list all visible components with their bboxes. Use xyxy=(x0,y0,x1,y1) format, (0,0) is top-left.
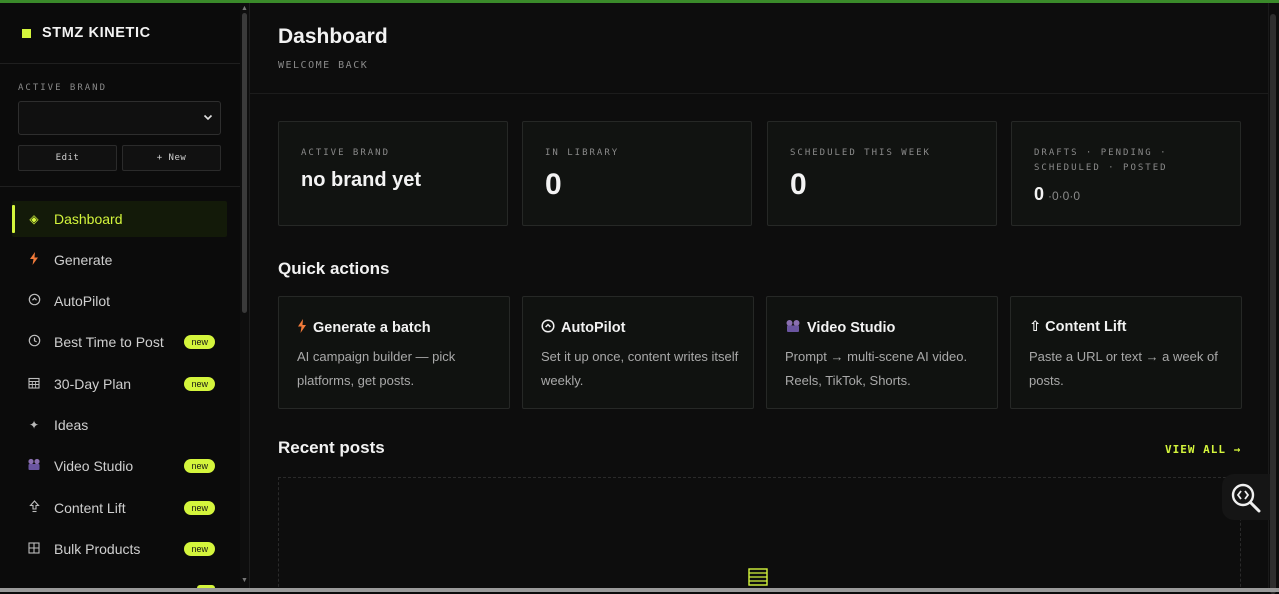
sidebar-item-30-day-plan[interactable]: 30-Day Plan new xyxy=(12,366,227,402)
stat-breakdown: ·0·0·0 xyxy=(1048,189,1081,203)
scroll-up-arrow-icon[interactable]: ▲ xyxy=(241,5,248,12)
new-badge: new xyxy=(184,542,215,556)
quick-actions-title: Quick actions xyxy=(278,259,390,278)
new-badge: new xyxy=(184,335,215,349)
lift-icon xyxy=(26,500,42,516)
page-scrollbar-thumb[interactable] xyxy=(1270,14,1276,594)
logo[interactable]: STMZ KINETIC xyxy=(22,25,151,41)
stat-value: no brand yet xyxy=(301,169,422,191)
chevron-down-icon xyxy=(202,110,214,128)
divider xyxy=(0,63,240,64)
sidebar-item-label: Video Studio xyxy=(54,458,134,474)
divider xyxy=(0,186,240,187)
sidebar-item-label: Generate xyxy=(54,252,113,268)
bolt-icon xyxy=(297,319,307,336)
sidebar-item-label: Best Time to Post xyxy=(54,334,164,350)
sidebar-item-next[interactable] xyxy=(12,572,227,588)
video-icon xyxy=(26,458,42,474)
brand-select[interactable] xyxy=(18,101,221,135)
brand-label: ACTIVE BRAND xyxy=(18,83,108,93)
quick-action-title: AutoPilot xyxy=(561,319,626,336)
sidebar-item-label: Dashboard xyxy=(54,211,123,227)
quick-action-title: ⇧ Content Lift xyxy=(1029,319,1127,335)
stat-card-active-brand: ACTIVE BRAND no brand yet xyxy=(278,121,508,226)
stat-label: DRAFTS · PENDING · SCHEDULED · POSTED xyxy=(1034,148,1168,173)
grid-icon xyxy=(26,541,42,557)
sidebar: STMZ KINETIC ACTIVE BRAND Edit + New ◈ D… xyxy=(0,3,250,588)
page-title: Dashboard xyxy=(278,25,388,48)
stat-card-post-status: DRAFTS · PENDING · SCHEDULED · POSTED 0 … xyxy=(1011,121,1241,226)
quick-action-title: Video Studio xyxy=(807,319,896,336)
stat-value: 0 xyxy=(545,168,562,201)
new-badge: new xyxy=(184,377,215,391)
stat-label: SCHEDULED THIS WEEK xyxy=(790,148,931,158)
stat-card-in-library: IN LIBRARY 0 xyxy=(522,121,752,226)
quick-action-description: Paste a URL or text → a week of posts. xyxy=(1029,349,1218,388)
sidebar-item-autopilot[interactable]: AutoPilot xyxy=(12,283,227,319)
sidebar-item-label: Bulk Products xyxy=(54,541,141,557)
new-brand-button[interactable]: + New xyxy=(122,145,221,171)
sidebar-item-content-lift[interactable]: Content Lift new xyxy=(12,490,227,526)
sidebar-scrollbar-thumb[interactable] xyxy=(242,13,247,313)
bottom-edge xyxy=(0,588,1279,592)
edit-brand-button[interactable]: Edit xyxy=(18,145,117,171)
new-badge: new xyxy=(184,501,215,515)
main-content: Dashboard WELCOME BACK ACTIVE BRAND no b… xyxy=(250,3,1279,588)
stat-label: ACTIVE BRAND xyxy=(301,148,391,158)
sidebar-item-label: 30-Day Plan xyxy=(54,376,132,392)
quick-action-autopilot[interactable]: AutoPilot Set it up once, content writes… xyxy=(522,296,754,409)
sidebar-item-ideas[interactable]: ✦ Ideas xyxy=(12,407,227,443)
stat-value: 0 xyxy=(790,168,807,201)
autopilot-icon xyxy=(26,293,42,309)
scroll-down-arrow-icon[interactable]: ▼ xyxy=(241,577,248,584)
stat-value: 0 xyxy=(1034,184,1045,204)
clock-icon xyxy=(26,334,42,350)
recent-posts-title: Recent posts xyxy=(278,438,385,457)
sidebar-item-video-studio[interactable]: Video Studio new xyxy=(12,448,227,484)
bolt-icon xyxy=(26,252,42,268)
sidebar-item-dashboard[interactable]: ◈ Dashboard xyxy=(12,201,227,237)
new-badge: new xyxy=(184,459,215,473)
quick-action-description: Set it up once, content writes itself we… xyxy=(541,349,739,388)
view-all-link[interactable]: VIEW ALL → xyxy=(1165,443,1241,456)
divider xyxy=(250,93,1279,94)
quick-action-description: Prompt → multi-scene AI video. Reels, Ti… xyxy=(785,349,968,388)
sidebar-item-label: AutoPilot xyxy=(54,293,111,309)
logo-mark xyxy=(22,28,31,38)
autopilot-icon xyxy=(541,319,555,336)
sidebar-item-label: Content Lift xyxy=(54,500,126,516)
stat-value-group: 0 ·0·0·0 xyxy=(1034,184,1080,205)
stat-label: IN LIBRARY xyxy=(545,148,620,158)
code-search-button[interactable] xyxy=(1222,474,1270,520)
video-icon xyxy=(785,319,801,336)
quick-action-video-studio[interactable]: Video Studio Prompt → multi-scene AI vid… xyxy=(766,296,998,409)
app-name: STMZ KINETIC xyxy=(42,25,151,41)
calendar-icon xyxy=(26,377,42,392)
sidebar-item-label: Ideas xyxy=(54,417,89,433)
sidebar-item-best-time-to-post[interactable]: Best Time to Post new xyxy=(12,324,227,360)
sidebar-item-bulk-products[interactable]: Bulk Products new xyxy=(12,531,227,567)
sidebar-item-generate[interactable]: Generate xyxy=(12,242,227,278)
quick-action-content-lift[interactable]: ⇧ Content Lift Paste a URL or text → a w… xyxy=(1010,296,1242,409)
quick-action-title: Generate a batch xyxy=(313,319,431,336)
code-search-icon xyxy=(1230,482,1262,519)
diamond-icon: ◈ xyxy=(29,212,39,226)
list-icon xyxy=(748,568,768,588)
quick-action-generate-batch[interactable]: Generate a batch AI campaign builder — p… xyxy=(278,296,510,409)
page-subtitle: WELCOME BACK xyxy=(278,60,369,71)
stat-card-scheduled-this-week: SCHEDULED THIS WEEK 0 xyxy=(767,121,997,226)
quick-action-description: AI campaign builder — pick platforms, ge… xyxy=(297,349,456,388)
sparkle-icon: ✦ xyxy=(28,418,40,432)
